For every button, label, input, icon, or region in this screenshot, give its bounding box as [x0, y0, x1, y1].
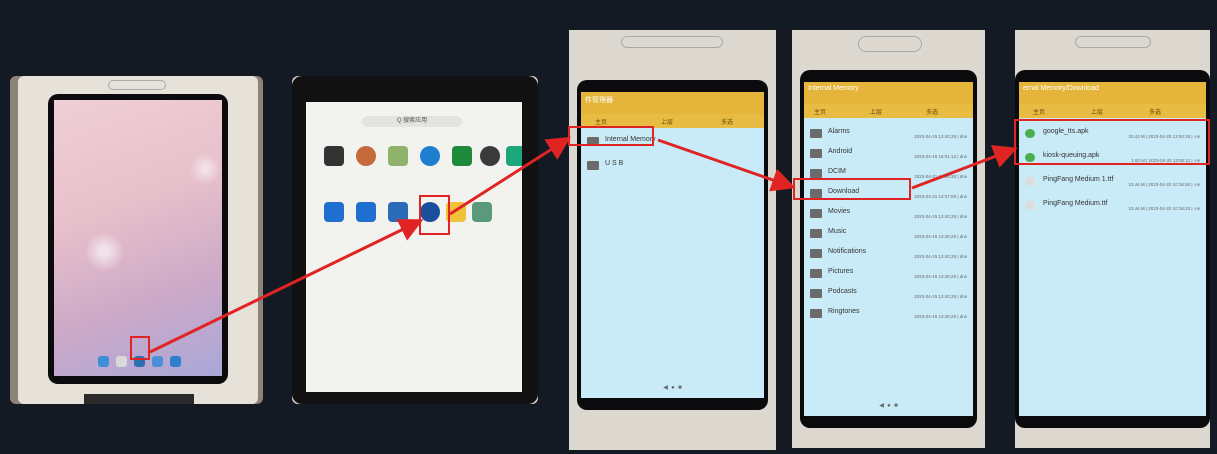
system-nav-bar: ◀ ● ■	[879, 403, 898, 409]
app-drawer-screen: Q 搜索应用	[306, 102, 522, 392]
folder-icon	[810, 129, 822, 138]
app-search-input[interactable]: Q 搜索应用	[362, 116, 462, 127]
font-file-icon	[1025, 201, 1035, 210]
app-icon[interactable]	[480, 146, 500, 166]
folder-row[interactable]: Pictures 2023-04-19 13:40:28 | drw	[810, 266, 967, 284]
settings-app-icon[interactable]	[98, 356, 109, 367]
kiosk-camera-slot	[858, 36, 922, 52]
highlight-download-folder	[793, 178, 911, 200]
app-icon[interactable]	[324, 146, 344, 166]
kiosk-camera-slot	[621, 36, 723, 48]
folder-icon	[810, 289, 822, 298]
gallery-app-icon[interactable]	[152, 356, 163, 367]
app-icon[interactable]	[388, 146, 408, 166]
app-title-bar: ernal Memory/Download	[1019, 82, 1206, 104]
folder-icon	[810, 149, 822, 158]
folder-icon	[810, 269, 822, 278]
wallpaper	[54, 100, 222, 376]
folder-icon	[810, 169, 822, 178]
kiosk-frame: 件管理器 主页 上层 多选 Internal Memory U S B ◀ ● …	[569, 30, 776, 450]
system-nav-bar: ◀ ● ■	[663, 385, 682, 391]
kiosk-bezel: Q 搜索应用	[292, 76, 538, 404]
home-button[interactable]: 主页	[814, 107, 826, 116]
photo-file-manager-root: 件管理器 主页 上层 多选 Internal Memory U S B ◀ ● …	[569, 30, 776, 450]
folder-row[interactable]: Notifications 2023-04-19 13:40:28 | drw	[810, 246, 967, 264]
file-toolbar: 主页 上层 多选	[804, 104, 973, 118]
file-row[interactable]: PingFang Medium 1.ttf 10.46 M | 2023-04-2…	[1025, 174, 1200, 192]
app-title: 件管理器	[585, 97, 613, 104]
photo-internal-memory: Internal Memory 主页 上层 多选 Alarms 2023-04-1…	[792, 30, 985, 448]
current-path: ernal Memory/Download	[1023, 85, 1099, 92]
highlight-file-manager-app	[419, 195, 450, 235]
storage-item[interactable]: U S B	[587, 158, 758, 176]
highlight-file-manager-icon	[130, 336, 150, 360]
app-icon[interactable]	[324, 202, 344, 222]
usb-icon	[587, 161, 599, 170]
photo-app-icon[interactable]	[170, 356, 181, 367]
highlight-internal-memory	[568, 126, 654, 146]
multi-select-button[interactable]: 多选	[926, 107, 938, 116]
folder-row[interactable]: Music 2023-04-19 13:40:28 | drw	[810, 226, 967, 244]
app-icon[interactable]	[472, 202, 492, 222]
kiosk-bezel: Internal Memory 主页 上层 多选 Alarms 2023-04-1…	[800, 70, 977, 428]
photo-app-drawer: Q 搜索应用	[292, 76, 538, 404]
folder-icon	[810, 309, 822, 318]
highlight-apk-files	[1014, 119, 1210, 165]
file-manager-screen: Internal Memory 主页 上层 多选 Alarms 2023-04-1…	[804, 82, 973, 416]
app-icon[interactable]	[420, 146, 440, 166]
folder-row[interactable]: Podcasts 2023-04-19 13:40:28 | drw	[810, 286, 967, 304]
photo-download-folder: ernal Memory/Download 主页 上层 多选 google_tt…	[1015, 30, 1210, 448]
kiosk-frame: Internal Memory 主页 上层 多选 Alarms 2023-04-1…	[792, 30, 985, 448]
parent-folder-button[interactable]: 上层	[870, 107, 882, 116]
file-manager-app-icon[interactable]	[116, 356, 127, 367]
multi-select-button[interactable]: 多选	[721, 117, 733, 126]
home-button[interactable]: 主页	[1033, 107, 1045, 116]
folder-icon	[810, 229, 822, 238]
multi-select-button[interactable]: 多选	[1149, 107, 1161, 116]
camera-app-icon[interactable]	[388, 202, 408, 222]
kiosk-camera-slot	[1075, 36, 1151, 48]
folder-row[interactable]: Android 2023-04-19 16:01:13 | drw	[810, 146, 967, 164]
kiosk-printer-slot	[84, 394, 194, 404]
kiosk-frame: ernal Memory/Download 主页 上层 多选 google_tt…	[1015, 30, 1210, 448]
file-row[interactable]: PingFang Medium.ttf 10.46 M | 2023-04-20 …	[1025, 198, 1200, 216]
app-icon[interactable]	[356, 146, 376, 166]
folder-app-icon[interactable]	[356, 202, 376, 222]
parent-folder-button[interactable]: 上层	[1091, 107, 1103, 116]
font-file-icon	[1025, 177, 1035, 186]
folder-row[interactable]: Alarms 2023-04-19 13:40:28 | drw	[810, 126, 967, 144]
kiosk-camera-slot	[108, 80, 166, 90]
play-app-icon[interactable]	[506, 146, 522, 166]
settings-app-icon[interactable]	[452, 146, 472, 166]
app-title-bar: Internal Memory	[804, 82, 973, 104]
home-screen-display	[54, 100, 222, 376]
home-button[interactable]: 主页	[595, 117, 607, 126]
app-title-bar: 件管理器	[581, 92, 764, 114]
folder-icon	[810, 209, 822, 218]
current-path: Internal Memory	[808, 85, 859, 92]
parent-folder-button[interactable]: 上层	[661, 117, 673, 126]
folder-icon	[810, 249, 822, 258]
folder-row[interactable]: Movies 2023-04-19 13:40:28 | drw	[810, 206, 967, 224]
folder-row[interactable]: Ringtones 2023-04-19 13:40:28 | drw	[810, 306, 967, 324]
file-toolbar: 主页 上层 多选	[1019, 104, 1206, 118]
